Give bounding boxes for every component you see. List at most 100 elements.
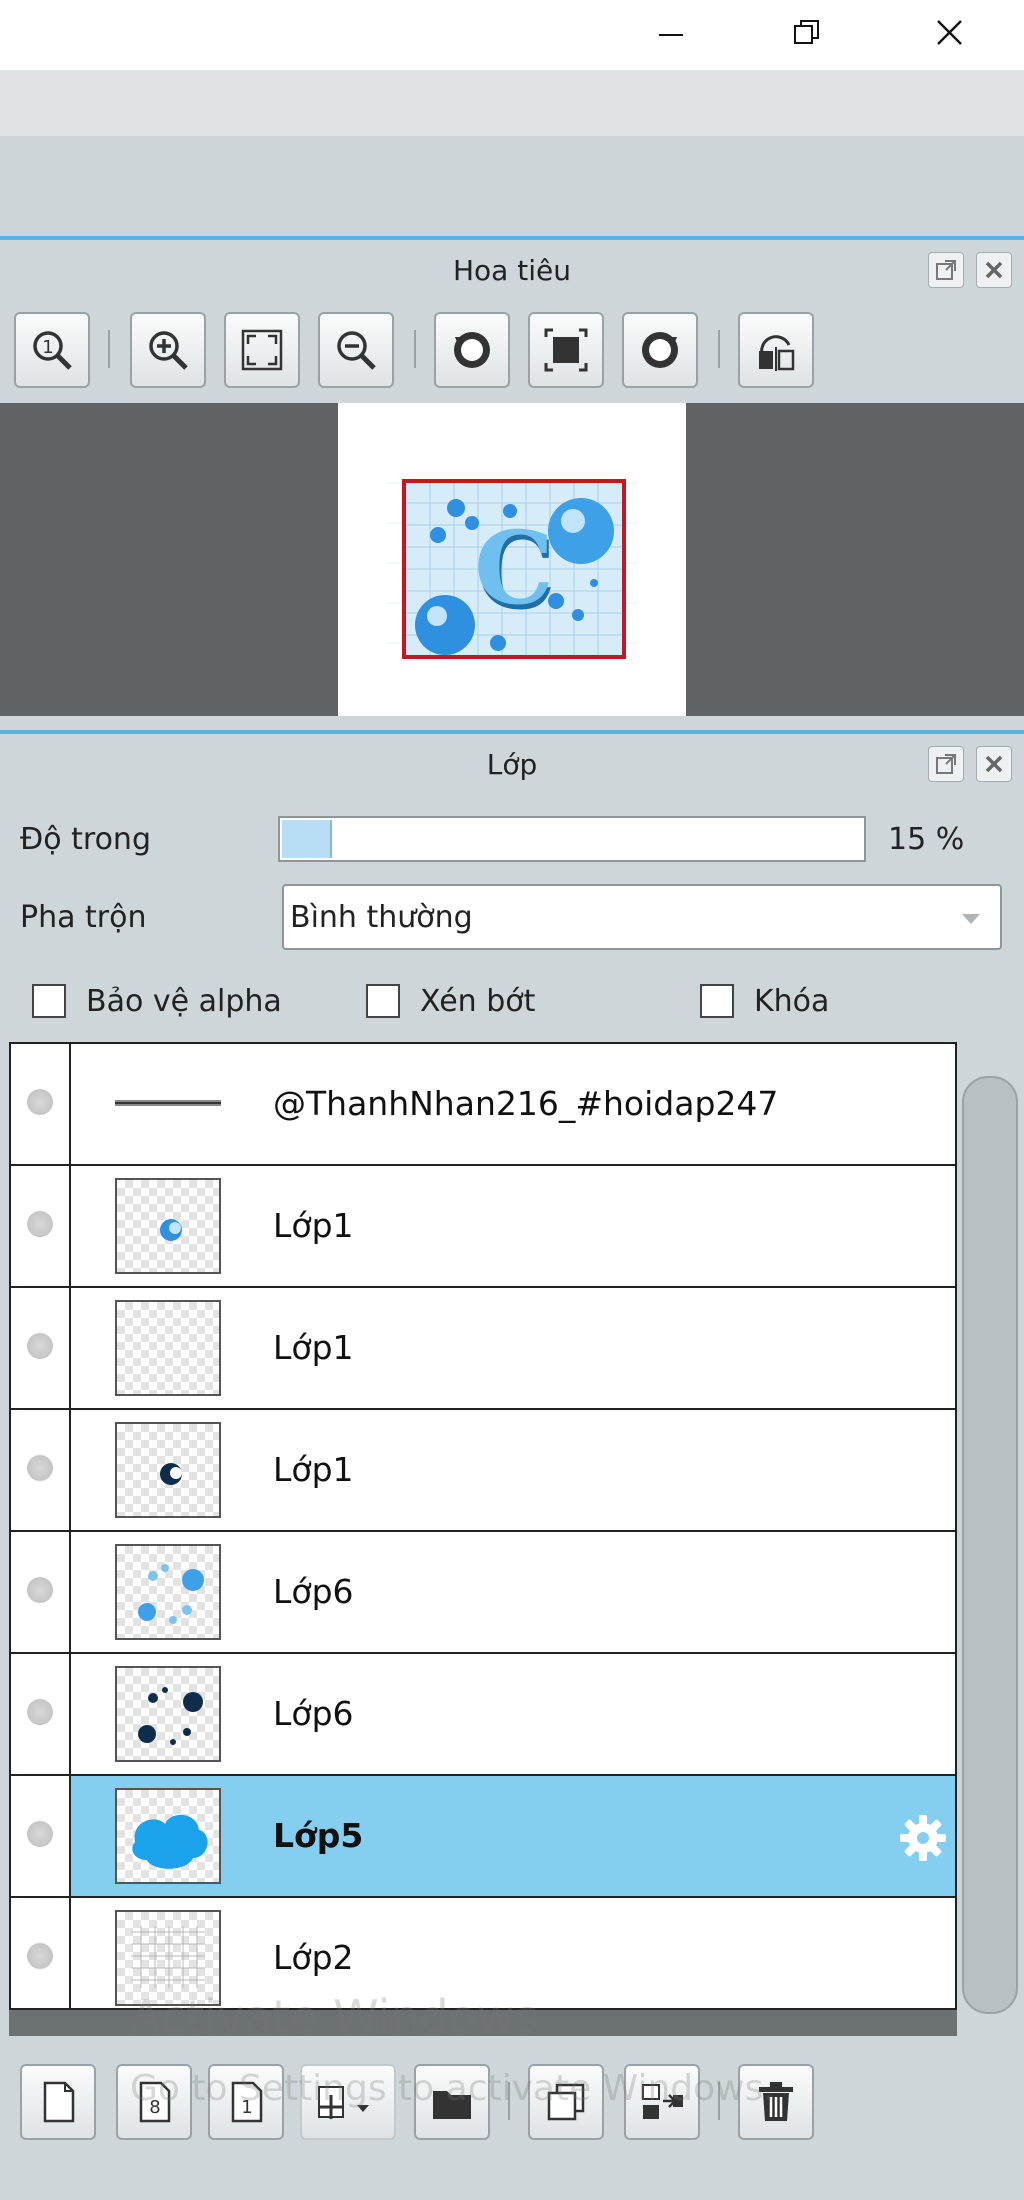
navigator-float-button[interactable]	[928, 252, 964, 288]
opacity-value: 15 %	[888, 822, 965, 857]
navigator-panel-header: Hoa tiêu	[0, 240, 1024, 304]
visibility-dot-icon	[27, 1089, 53, 1115]
navigator-title: Hoa tiêu	[453, 254, 571, 287]
layer-row[interactable]: Lớp6	[11, 1654, 955, 1776]
layer-name: Lớp1	[273, 1450, 354, 1489]
layers-close-button[interactable]	[976, 746, 1012, 782]
layer-visibility-toggle[interactable]	[11, 1776, 71, 1896]
layer-visibility-toggle[interactable]	[11, 1532, 71, 1652]
layer-row[interactable]: @ThanhNhan216_#hoidap247	[11, 1044, 955, 1166]
layers-panel-header: Lớp	[0, 734, 1024, 798]
layer-visibility-toggle[interactable]	[11, 1044, 71, 1164]
new-layer-button[interactable]	[20, 2064, 96, 2140]
layer-thumbnail	[115, 1788, 221, 1884]
navigator-toolbar: 1	[0, 300, 1024, 400]
zoom-in-button[interactable]	[130, 312, 206, 388]
menu-strip	[0, 70, 1024, 136]
rotate-left-button[interactable]	[434, 312, 510, 388]
opacity-slider[interactable]	[278, 816, 866, 862]
layer-thumbnail	[115, 1422, 221, 1518]
layer-list: @ThanhNhan216_#hoidap247 Lớp1 Lớp1 Lớp1 …	[9, 1042, 957, 2010]
layer-name: Lớp1	[273, 1328, 354, 1367]
layer-row-selected[interactable]: Lớp5	[11, 1776, 955, 1898]
layer-row[interactable]: Lớp1	[11, 1166, 955, 1288]
chevron-down-icon	[962, 914, 980, 924]
layer-name: Lớp2	[273, 1938, 354, 1977]
layers-bottom-toolbar: 8 1	[0, 2040, 1024, 2200]
layers-float-button[interactable]	[928, 746, 964, 782]
layers-title: Lớp	[486, 748, 538, 781]
blend-mode-select[interactable]: Bình thường	[282, 884, 1002, 950]
close-window-button[interactable]	[904, 0, 994, 64]
layer-thumbnail-image	[160, 1219, 182, 1241]
svg-text:C: C	[474, 509, 554, 627]
opacity-slider-fill	[282, 820, 332, 858]
close-icon	[985, 261, 1003, 279]
zoom-out-icon	[337, 331, 376, 370]
layer-thumbnail	[115, 1544, 221, 1640]
lock-label: Khóa	[754, 984, 830, 1019]
protect-alpha-label: Bảo vệ alpha	[86, 984, 282, 1019]
layer-thumbnail	[115, 1300, 221, 1396]
layer-thumbnail-image	[138, 1687, 203, 1745]
rotate-right-icon	[642, 332, 678, 368]
layer-visibility-toggle[interactable]	[11, 1898, 71, 2008]
close-icon	[937, 20, 962, 45]
restore-button[interactable]	[762, 0, 852, 64]
flip-horizontal-icon	[759, 335, 795, 371]
navigator-canvas-preview: C C	[338, 403, 686, 716]
zoom-actual-icon: 1	[33, 331, 72, 370]
text-layer-thumbnail-icon	[115, 1100, 221, 1106]
layer-visibility-toggle[interactable]	[11, 1410, 71, 1530]
navigator-close-button[interactable]	[976, 252, 1012, 288]
layer-name: Lớp1	[273, 1206, 354, 1245]
fit-screen-button[interactable]	[224, 312, 300, 388]
lock-checkbox[interactable]	[700, 984, 734, 1018]
layer-name: @ThanhNhan216_#hoidap247	[273, 1084, 779, 1123]
visibility-dot-icon	[27, 1577, 53, 1603]
zoom-out-button[interactable]	[318, 312, 394, 388]
layer-row[interactable]: Lớp1	[11, 1288, 955, 1410]
layer-settings-gear-icon[interactable]	[897, 1812, 949, 1868]
new-page-icon	[43, 2081, 75, 2123]
float-window-icon	[936, 754, 956, 774]
clip-checkbox[interactable]	[366, 984, 400, 1018]
layer-thumbnail	[115, 1056, 221, 1152]
layer-thumbnail-image	[138, 1564, 204, 1624]
close-icon	[985, 755, 1003, 773]
layer-thumbnail	[115, 1178, 221, 1274]
fit-canvas-icon	[544, 328, 588, 372]
fit-screen-icon	[241, 329, 283, 371]
toolbar-separator	[718, 330, 720, 368]
layer-visibility-toggle[interactable]	[11, 1654, 71, 1774]
toolbar-separator	[108, 330, 110, 368]
visibility-dot-icon	[27, 1699, 53, 1725]
layer-visibility-toggle[interactable]	[11, 1166, 71, 1286]
window-title-bar	[0, 0, 1024, 70]
layer-thumbnail-image	[132, 1814, 208, 1869]
blend-mode-label: Pha trộn	[20, 900, 147, 935]
toolbar-separator	[414, 330, 416, 368]
visibility-dot-icon	[27, 1333, 53, 1359]
minimize-button[interactable]	[626, 0, 716, 64]
layer-row[interactable]: Lớp6	[11, 1532, 955, 1654]
protect-alpha-checkbox[interactable]	[32, 984, 66, 1018]
visibility-dot-icon	[27, 1821, 53, 1847]
layer-visibility-toggle[interactable]	[11, 1288, 71, 1408]
layer-list-scroll-thumb[interactable]	[962, 1076, 1018, 2014]
rotate-right-button[interactable]	[622, 312, 698, 388]
flip-horizontal-button[interactable]	[738, 312, 814, 388]
restore-icon	[794, 20, 819, 44]
svg-text:1: 1	[42, 337, 53, 358]
fit-canvas-button[interactable]	[528, 312, 604, 388]
layer-name: Lớp6	[273, 1572, 354, 1611]
opacity-label: Độ trong	[20, 822, 151, 857]
minimize-icon	[659, 34, 683, 36]
layer-name: Lớp5	[273, 1816, 364, 1855]
visibility-dot-icon	[27, 1211, 53, 1237]
rotate-left-icon	[454, 332, 490, 368]
zoom-actual-button[interactable]: 1	[14, 312, 90, 388]
layer-row[interactable]: Lớp1	[11, 1410, 955, 1532]
clip-label: Xén bớt	[420, 984, 536, 1019]
activate-windows-watermark-title: Activate Windows	[130, 1990, 539, 2044]
